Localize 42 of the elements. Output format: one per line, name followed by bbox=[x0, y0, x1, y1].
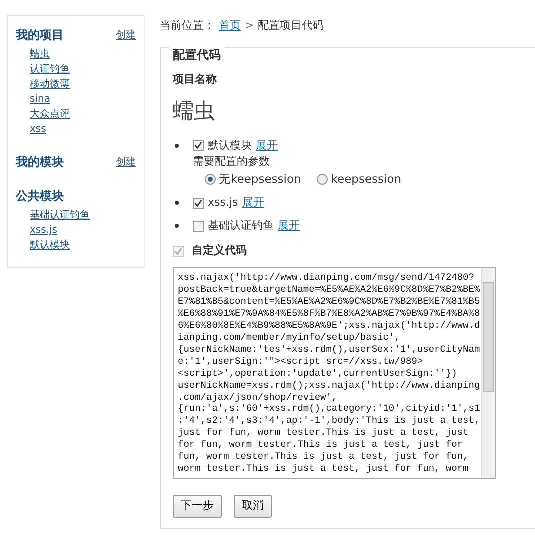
sidebar-link[interactable]: xss.js bbox=[30, 223, 58, 238]
sidebar-link[interactable]: 大众点评 bbox=[30, 107, 70, 122]
cancel-button[interactable]: 取消 bbox=[234, 495, 272, 518]
module-label: 基础认证钓鱼 bbox=[208, 218, 274, 234]
expand-link[interactable]: 展开 bbox=[242, 194, 264, 212]
module-label: 默认模块 bbox=[208, 138, 252, 154]
sidebar-link[interactable]: 移动微薄 bbox=[30, 77, 70, 92]
checkbox[interactable] bbox=[193, 140, 204, 152]
section-title: 我的模块 bbox=[16, 154, 64, 171]
section-title: 公共模块 bbox=[16, 188, 64, 205]
sidebar-link[interactable]: 基础认证钓鱼 bbox=[30, 208, 90, 223]
breadcrumb-separator: > bbox=[245, 18, 254, 34]
breadcrumb-link[interactable]: 首页 bbox=[219, 18, 241, 34]
checkbox[interactable] bbox=[193, 198, 204, 209]
module-label: xss.js bbox=[208, 194, 238, 211]
breadcrumb-current: 配置项目代码 bbox=[258, 18, 324, 34]
scrollbar[interactable] bbox=[481, 268, 495, 478]
sidebar-link[interactable]: 默认模块 bbox=[30, 238, 70, 253]
sidebar-link[interactable]: sina bbox=[30, 92, 50, 107]
params-label: 需要配置的参数 bbox=[193, 154, 271, 170]
breadcrumb-label: 当前位置： bbox=[160, 18, 215, 34]
section-title: 我的项目 bbox=[16, 27, 64, 44]
expand-link[interactable]: 展开 bbox=[278, 218, 300, 235]
create-link[interactable]: 创建 bbox=[116, 154, 136, 170]
project-name: 蠕虫 bbox=[173, 98, 216, 124]
radio-label: keepsession bbox=[331, 170, 402, 188]
expand-link[interactable]: 展开 bbox=[256, 138, 278, 154]
bullet-icon bbox=[175, 200, 179, 205]
radio-button[interactable] bbox=[205, 174, 216, 185]
radio-button[interactable] bbox=[317, 174, 328, 185]
bullet-icon bbox=[175, 144, 179, 148]
field-label: 项目名称 bbox=[173, 72, 218, 88]
next-button[interactable]: 下一步 bbox=[173, 495, 222, 518]
custom-code-label: 自定义代码 bbox=[192, 242, 247, 259]
radio-label: 无keepsession bbox=[219, 170, 302, 188]
fieldset-legend: 配置代码 bbox=[169, 46, 225, 64]
checkbox[interactable] bbox=[193, 221, 204, 232]
sidebar-link[interactable]: xss bbox=[30, 122, 46, 137]
create-link[interactable]: 创建 bbox=[116, 28, 136, 42]
sidebar-link[interactable]: 认证钓鱼 bbox=[30, 62, 70, 77]
sidebar-link[interactable]: 蠕虫 bbox=[30, 47, 50, 62]
bullet-icon bbox=[175, 224, 179, 228]
